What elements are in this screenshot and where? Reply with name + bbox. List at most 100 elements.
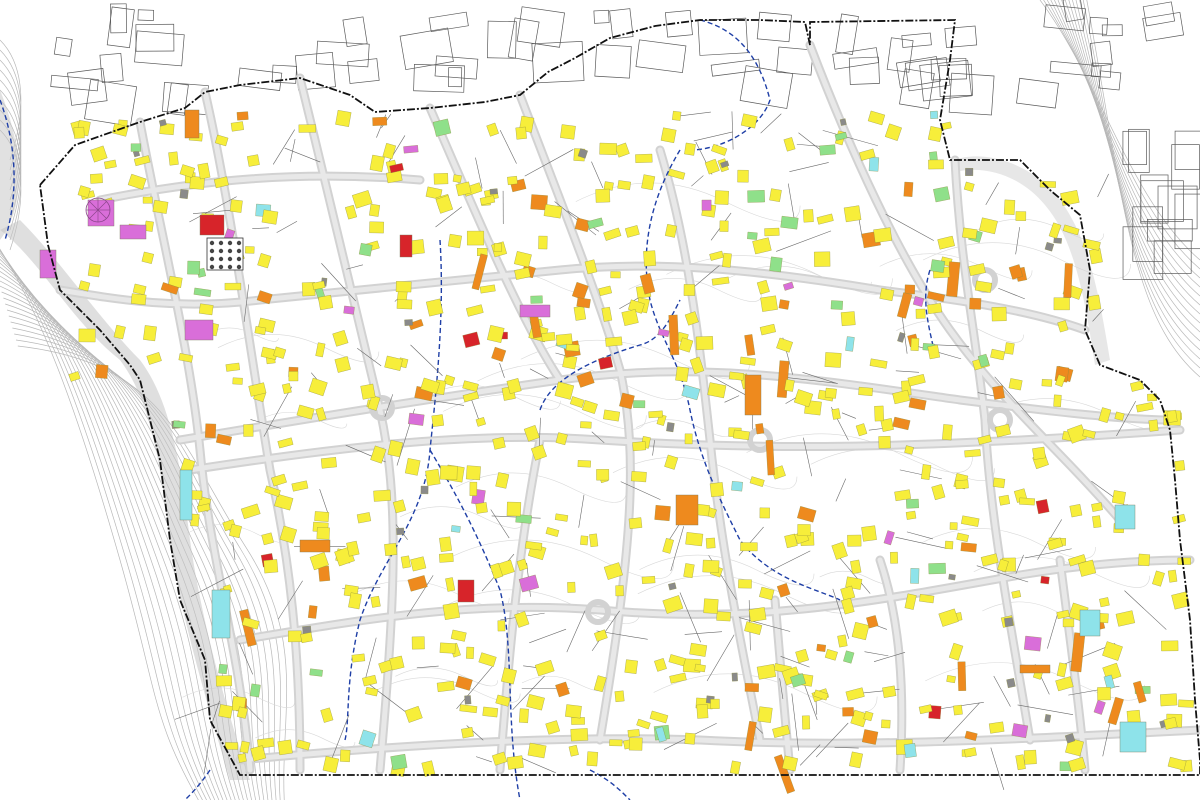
building-residential: [703, 598, 719, 614]
building-residential: [946, 675, 956, 684]
building-green: [747, 190, 765, 203]
building-residential: [795, 648, 809, 664]
parcel-line: [789, 162, 829, 173]
building-residential: [339, 749, 351, 763]
parcel-line: [276, 221, 298, 233]
building-commercial: [1063, 263, 1073, 298]
building-residential: [702, 559, 720, 573]
road: [950, 155, 1035, 745]
building-residential: [545, 720, 561, 735]
building-residential: [405, 458, 421, 476]
building-residential: [334, 356, 351, 373]
building-residential: [1102, 641, 1123, 661]
building-residential: [654, 658, 667, 672]
building-residential: [603, 409, 620, 422]
building-residential: [373, 489, 391, 502]
building-residential: [263, 559, 279, 574]
building-residential: [609, 739, 623, 747]
building-commercial: [471, 253, 488, 291]
building-residential: [1167, 756, 1187, 771]
building-residential: [769, 188, 782, 202]
building-residential: [466, 646, 475, 659]
map-canvas[interactable]: [0, 0, 1200, 800]
building-residential: [942, 424, 953, 441]
building-residential: [198, 303, 214, 316]
building-residential: [215, 675, 232, 687]
context-building: [531, 40, 585, 84]
building-residential: [980, 553, 999, 567]
building-residential: [467, 230, 484, 246]
building-green: [633, 400, 646, 409]
parcel-line: [232, 541, 236, 560]
building-residential: [541, 332, 556, 342]
building-residential: [948, 642, 964, 661]
building-green: [906, 498, 919, 509]
building-residential: [867, 110, 886, 126]
building-residential: [641, 576, 656, 584]
building-commercial: [904, 284, 916, 295]
building-residential: [752, 237, 772, 255]
building-residential: [433, 173, 449, 185]
building-residential: [874, 405, 884, 422]
building-residential: [479, 195, 496, 206]
mosque-column-dot: [236, 264, 242, 270]
building-residential: [664, 224, 678, 238]
parcel-line: [529, 368, 549, 379]
building-utility: [451, 525, 461, 533]
building-residential: [298, 124, 316, 133]
building-public: [457, 579, 475, 603]
building-residential: [352, 190, 373, 209]
building-ruin: [839, 118, 847, 126]
building-residential: [797, 524, 811, 536]
context-building: [1171, 144, 1200, 190]
building-residential: [506, 755, 524, 770]
building-residential: [335, 110, 352, 127]
building-residential: [599, 142, 617, 155]
building-commercial: [1019, 664, 1051, 674]
building-residential: [628, 737, 643, 751]
building-residential: [277, 739, 293, 756]
building-residential: [218, 704, 233, 719]
building-ruin: [420, 485, 429, 495]
parcel-line: [1015, 227, 1020, 255]
building-residential: [1160, 693, 1178, 707]
building-ruin: [897, 332, 906, 343]
context-building: [697, 17, 749, 56]
building-utility: [211, 589, 231, 639]
mosque-column-dot: [236, 240, 242, 246]
context-building: [135, 23, 175, 52]
building-residential: [507, 175, 518, 186]
building-residential: [635, 153, 653, 163]
building-residential: [288, 630, 302, 643]
building-residential: [1088, 248, 1103, 265]
building-residential: [757, 706, 773, 723]
building-residential: [802, 715, 810, 730]
building-residential: [526, 694, 545, 711]
building-residential: [475, 417, 486, 427]
context-building: [832, 47, 879, 70]
building-ruin: [179, 189, 189, 199]
building-residential: [737, 169, 749, 183]
building-residential: [411, 636, 425, 650]
building-utility: [179, 469, 193, 521]
building-residential: [733, 429, 750, 441]
building-residential: [630, 471, 647, 483]
building-commercial: [776, 583, 791, 598]
building-residential: [861, 525, 877, 542]
building-residential: [90, 173, 103, 184]
building-residential: [515, 126, 527, 140]
building-residential: [492, 436, 506, 450]
building-residential: [577, 460, 591, 468]
building-residential: [683, 563, 695, 579]
building-residential: [649, 710, 669, 724]
contour-line: [636, 419, 732, 437]
building-residential: [760, 295, 778, 312]
building-residential: [461, 727, 474, 739]
building-residential: [595, 188, 611, 203]
land-use-map[interactable]: [0, 0, 1200, 800]
building-residential: [360, 383, 376, 400]
building-residential: [1060, 190, 1080, 206]
building-residential: [643, 250, 657, 267]
building-commercial: [816, 643, 826, 652]
building-residential: [439, 553, 454, 563]
